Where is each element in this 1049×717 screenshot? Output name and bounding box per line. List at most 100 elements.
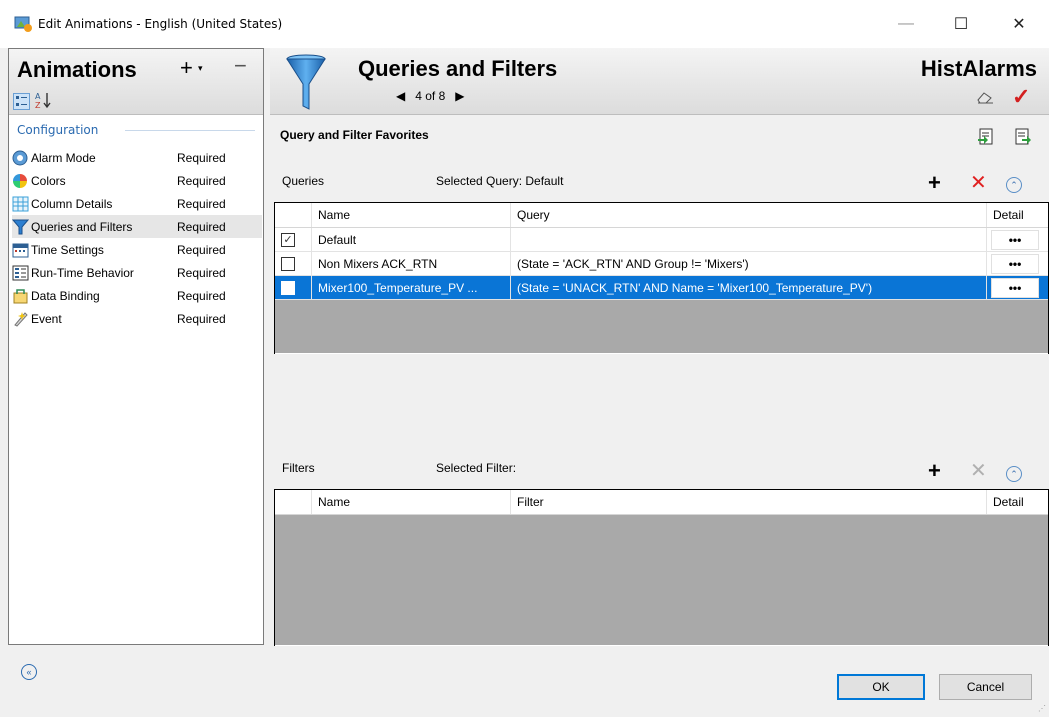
tree-item-label: Alarm Mode	[31, 150, 96, 165]
tree-item-label: Queries and Filters	[31, 219, 133, 234]
tree-item-status: Required	[177, 288, 226, 303]
tree-item-data-binding[interactable]: Data Binding Required	[12, 284, 262, 307]
resize-grip-icon[interactable]: ⋰	[1038, 704, 1046, 713]
add-animation-button[interactable]: +	[180, 55, 193, 81]
tree-item-label: Event	[31, 311, 62, 326]
column-header-name[interactable]: Name	[312, 490, 511, 514]
filters-table-header: Name Filter Detail	[275, 490, 1048, 515]
animations-title: Animations	[17, 57, 137, 82]
eraser-icon[interactable]	[976, 90, 994, 109]
tree-item-status: Required	[177, 150, 226, 165]
tree-item-runtime-behavior[interactable]: Run-Time Behavior Required	[12, 261, 262, 284]
svg-text:Z: Z	[35, 101, 41, 109]
row-checkbox[interactable]	[281, 280, 295, 295]
tree-item-colors[interactable]: Colors Required	[12, 169, 262, 192]
row-detail-cell: •••	[987, 228, 1048, 251]
tree-item-status: Required	[177, 242, 226, 257]
table-empty-area	[275, 515, 1048, 645]
editor-panel: Queries and Filters ◀ 4 of 8 ▶ HistAlarm…	[270, 48, 1049, 648]
export-favorites-icon[interactable]	[1014, 128, 1032, 146]
column-details-icon	[12, 196, 29, 211]
colors-icon	[13, 173, 27, 188]
queries-table-header: Name Query Detail	[275, 203, 1048, 228]
event-icon	[14, 311, 28, 327]
collapse-filters-icon[interactable]: ⌃	[1006, 466, 1022, 482]
tree-item-label: Run-Time Behavior	[31, 265, 134, 280]
pager: ◀ 4 of 8 ▶	[396, 89, 465, 103]
row-checkbox-cell: ✓	[275, 228, 312, 251]
tree-item-alarm-mode[interactable]: Alarm Mode Required	[12, 146, 262, 169]
object-name: HistAlarms	[920, 56, 1037, 81]
table-row[interactable]: Non Mixers ACK_RTN (State = 'ACK_RTN' AN…	[275, 252, 1048, 276]
detail-button[interactable]: •••	[991, 253, 1039, 274]
table-row-selected[interactable]: Mixer100_Temperature_PV ... (State = 'UN…	[275, 276, 1048, 300]
tree-item-status: Required	[177, 196, 226, 211]
tree-item-status: Required	[177, 173, 226, 188]
apply-check-icon[interactable]: ✓	[1012, 84, 1030, 110]
sort-alphabetical-icon[interactable]: AZ	[35, 91, 51, 112]
queries-label: Queries	[282, 174, 325, 188]
close-button[interactable]: ✕	[996, 8, 1042, 40]
detail-button[interactable]: •••	[991, 277, 1039, 298]
row-query: (State = 'UNACK_RTN' AND Name = 'Mixer10…	[511, 276, 987, 299]
column-header-query[interactable]: Query	[511, 203, 987, 227]
animations-header: Animations + ▾ − AZ	[9, 49, 263, 115]
runtime-behavior-icon	[12, 265, 29, 280]
row-checkbox[interactable]: ✓	[281, 232, 295, 247]
column-header-detail[interactable]: Detail	[987, 490, 1048, 514]
filters-table: Name Filter Detail	[274, 489, 1049, 646]
alarm-mode-icon	[12, 150, 28, 165]
detail-button[interactable]: •••	[991, 229, 1039, 250]
filters-label: Filters	[282, 461, 315, 475]
table-empty-area	[275, 300, 1048, 353]
tree-item-label: Data Binding	[31, 288, 100, 303]
column-header-name[interactable]: Name	[312, 203, 511, 227]
tree-item-event[interactable]: Event Required	[12, 307, 262, 330]
title-bar: Edit Animations - English (United States…	[0, 0, 1049, 48]
checkbox-column-header	[275, 203, 312, 227]
tree-item-column-details[interactable]: Column Details Required	[12, 192, 262, 215]
collapse-panel-icon[interactable]: «	[21, 664, 37, 680]
tree-item-queries-and-filters[interactable]: Queries and Filters Required	[12, 215, 262, 238]
add-filter-button[interactable]: +	[928, 458, 941, 484]
svg-text:A: A	[35, 92, 41, 101]
table-row[interactable]: ✓ Default •••	[275, 228, 1048, 252]
row-checkbox-cell	[275, 276, 312, 299]
tree-item-status: Required	[177, 219, 226, 234]
row-query: (State = 'ACK_RTN' AND Group != 'Mixers'…	[511, 252, 987, 275]
row-detail-cell: •••	[987, 252, 1048, 275]
cancel-button[interactable]: Cancel	[939, 674, 1032, 700]
remove-animation-button[interactable]: −	[234, 53, 247, 79]
configuration-section-label: Configuration	[17, 123, 99, 137]
previous-page-icon[interactable]: ◀	[396, 89, 405, 103]
tree-item-status: Required	[177, 311, 226, 326]
queries-table: Name Query Detail ✓ Default ••• Non Mixe…	[274, 202, 1049, 354]
collapse-queries-icon[interactable]: ⌃	[1006, 177, 1022, 193]
app-icon	[14, 16, 32, 32]
import-favorites-icon[interactable]	[977, 128, 995, 146]
column-header-detail[interactable]: Detail	[987, 203, 1048, 227]
column-header-filter[interactable]: Filter	[511, 490, 987, 514]
checkbox-column-header	[275, 490, 312, 514]
add-query-button[interactable]: +	[928, 170, 941, 196]
maximize-button[interactable]: ☐	[938, 8, 984, 40]
minimize-button[interactable]: —	[883, 8, 929, 40]
row-checkbox-cell	[275, 252, 312, 275]
animations-panel: Animations + ▾ − AZ Configuration Alarm …	[8, 48, 264, 645]
page-indicator: 4 of 8	[415, 89, 446, 103]
delete-query-button[interactable]: ✕	[970, 170, 987, 195]
page-title: Queries and Filters	[358, 56, 558, 81]
add-animation-dropdown-icon[interactable]: ▾	[198, 63, 203, 74]
row-name: Mixer100_Temperature_PV ...	[312, 276, 511, 299]
editor-header: Queries and Filters ◀ 4 of 8 ▶ HistAlarm…	[270, 48, 1049, 115]
next-page-icon[interactable]: ▶	[455, 89, 464, 103]
selected-filter-label: Selected Filter:	[436, 461, 517, 475]
categorized-view-icon[interactable]	[13, 93, 30, 110]
funnel-icon	[12, 219, 29, 234]
ok-button[interactable]: OK	[837, 674, 925, 700]
tree-item-label: Time Settings	[31, 242, 104, 257]
row-detail-cell: •••	[987, 276, 1048, 299]
tree-item-time-settings[interactable]: Time Settings Required	[12, 238, 262, 261]
delete-filter-button[interactable]: ✕	[970, 458, 987, 483]
row-checkbox[interactable]	[281, 256, 295, 271]
